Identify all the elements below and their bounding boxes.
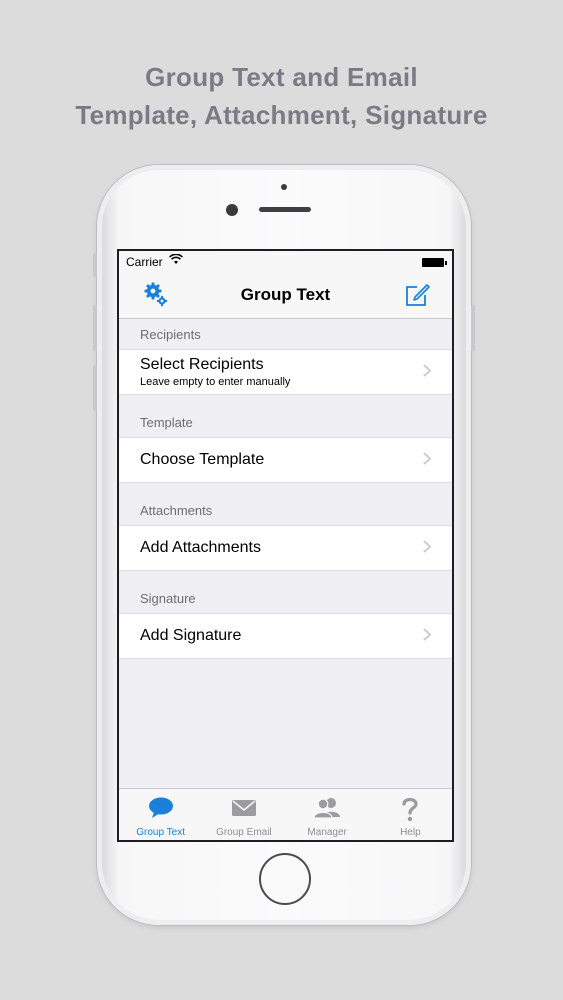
section-header-attachments: Attachments: [140, 503, 213, 518]
wifi-icon: [169, 254, 183, 264]
home-button[interactable]: [259, 853, 311, 905]
promo-headline: Group Text and Email Template, Attachmen…: [0, 58, 563, 134]
section-header-template: Template: [140, 415, 193, 430]
tab-bar: Group Text Group Email Manager Help: [119, 788, 452, 840]
mute-switch: [93, 253, 97, 277]
cell-label: Select Recipients: [140, 356, 264, 373]
sensor: [281, 184, 287, 190]
status-bar: Carrier: [119, 251, 452, 273]
battery-icon: [422, 258, 447, 267]
volume-down-button: [93, 365, 97, 411]
navigation-bar: Group Text: [119, 273, 452, 319]
compose-icon: [406, 284, 430, 306]
question-icon: [402, 797, 418, 822]
phone-frame: Carrier Group Text Recipients Select Rec…: [93, 165, 475, 925]
tab-group-email[interactable]: Group Email: [202, 789, 285, 840]
chevron-right-icon: [423, 452, 431, 465]
select-recipients-cell[interactable]: Select Recipients Leave empty to enter m…: [119, 349, 452, 395]
tab-label: Group Email: [216, 827, 272, 838]
tab-label: Help: [400, 827, 421, 838]
volume-up-button: [93, 305, 97, 351]
tab-manager[interactable]: Manager: [286, 789, 369, 840]
add-attachments-cell[interactable]: Add Attachments: [119, 525, 452, 571]
tab-label: Group Text: [136, 827, 185, 838]
promo-line-2: Template, Attachment, Signature: [75, 100, 488, 130]
power-button: [471, 305, 475, 351]
chevron-right-icon: [423, 364, 431, 377]
add-signature-cell[interactable]: Add Signature: [119, 613, 452, 659]
earpiece-speaker: [259, 207, 311, 212]
cell-label: Add Attachments: [140, 539, 261, 556]
promo-line-1: Group Text and Email: [145, 62, 418, 92]
chevron-right-icon: [423, 540, 431, 553]
envelope-icon: [231, 800, 256, 816]
people-icon: [313, 798, 341, 819]
speech-bubble-icon: [148, 797, 173, 818]
tab-group-text[interactable]: Group Text: [119, 789, 202, 840]
compose-button[interactable]: [403, 281, 431, 309]
section-header-recipients: Recipients: [140, 327, 201, 342]
front-camera: [226, 204, 238, 216]
section-header-signature: Signature: [140, 591, 196, 606]
tab-label: Manager: [307, 827, 347, 838]
chevron-right-icon: [423, 628, 431, 641]
tab-help[interactable]: Help: [369, 789, 452, 840]
choose-template-cell[interactable]: Choose Template: [119, 437, 452, 483]
cell-subtitle: Leave empty to enter manually: [140, 376, 291, 388]
settings-list: Recipients Select Recipients Leave empty…: [119, 319, 452, 659]
phone-screen: Carrier Group Text Recipients Select Rec…: [117, 249, 454, 842]
cell-label: Add Signature: [140, 627, 242, 644]
carrier-label: Carrier: [126, 255, 163, 269]
cell-label: Choose Template: [140, 451, 265, 468]
